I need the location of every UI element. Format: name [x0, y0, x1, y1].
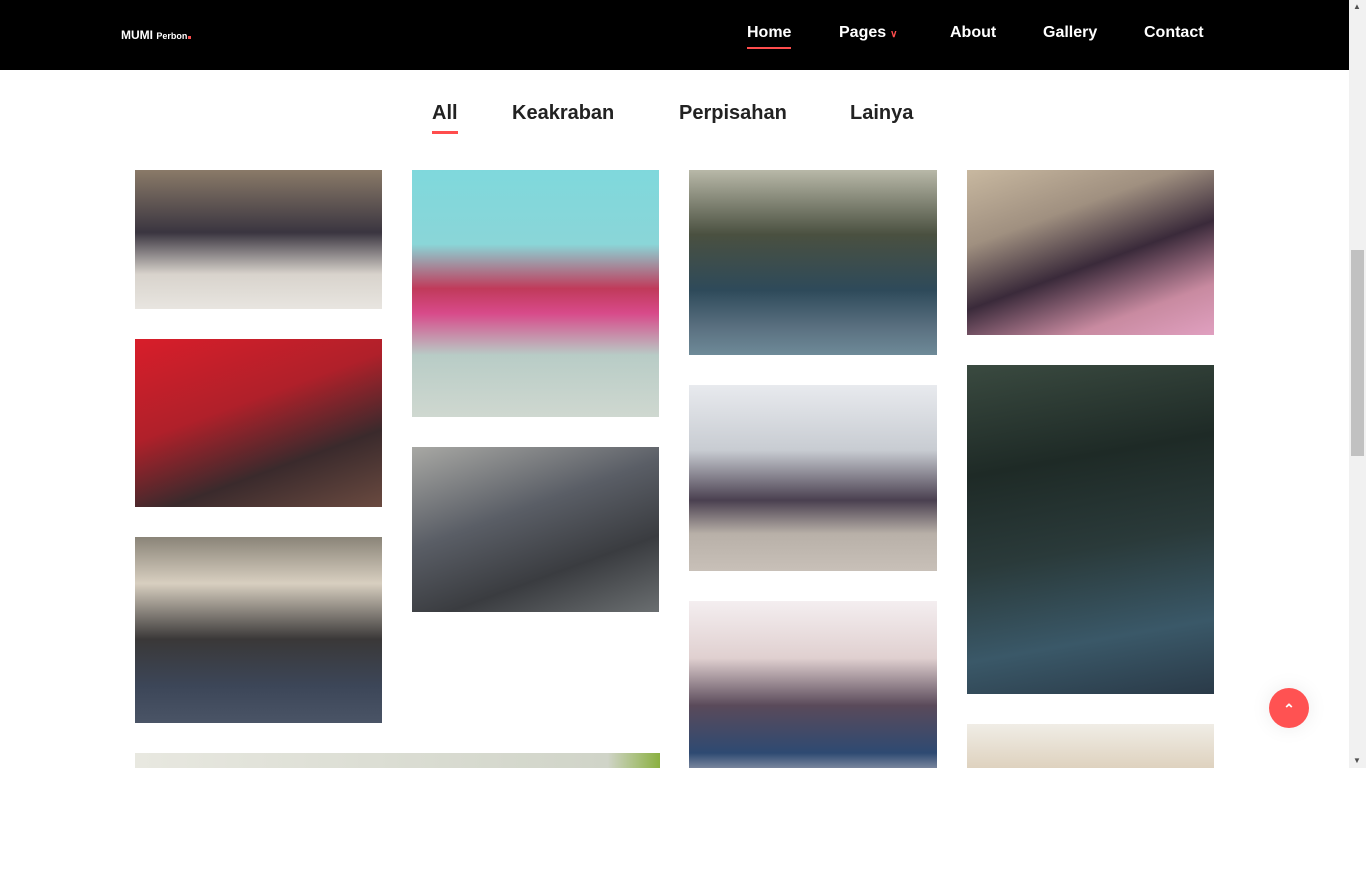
gallery-photo[interactable] [412, 447, 659, 612]
vertical-scrollbar[interactable]: ▲ ▼ [1349, 0, 1366, 768]
nav-gallery[interactable]: Gallery [1043, 24, 1097, 42]
brand-logo[interactable]: MUMI Perbon [121, 28, 192, 42]
gallery-photo[interactable] [967, 365, 1214, 694]
filter-lainya[interactable]: Lainya [850, 102, 913, 125]
chevron-up-icon: ⌃ [1283, 701, 1295, 717]
scroll-to-top-button[interactable]: ⌃ [1269, 688, 1309, 728]
nav-pages[interactable]: Pages ∨ [839, 24, 897, 42]
filter-perpisahan[interactable]: Perpisahan [679, 102, 787, 125]
gallery-photo[interactable] [689, 170, 937, 355]
gallery-photo[interactable] [412, 170, 659, 417]
nav-pages-label: Pages [839, 24, 887, 41]
gallery-photo[interactable] [135, 339, 382, 507]
page-viewport: MUMI Perbon Home Pages ∨ About Gallery Co… [0, 0, 1349, 768]
nav-home[interactable]: Home [747, 24, 792, 49]
scroll-up-arrow-icon[interactable]: ▲ [1353, 2, 1361, 11]
gallery-photo[interactable] [689, 601, 937, 768]
top-navbar: MUMI Perbon Home Pages ∨ About Gallery Co… [0, 0, 1349, 70]
gallery-photo[interactable] [135, 170, 382, 309]
nav-about[interactable]: About [950, 24, 996, 42]
gallery-photo[interactable] [967, 170, 1214, 335]
gallery-photo[interactable] [135, 753, 660, 768]
chevron-down-icon: ∨ [890, 29, 898, 40]
brand-sub: Perbon [156, 31, 188, 41]
filter-all[interactable]: All [432, 102, 458, 134]
gallery-photo[interactable] [689, 385, 937, 571]
scrollbar-thumb[interactable] [1351, 250, 1364, 456]
scroll-down-arrow-icon[interactable]: ▼ [1353, 756, 1361, 765]
nav-contact[interactable]: Contact [1144, 24, 1204, 42]
filter-keakraban[interactable]: Keakraban [512, 102, 614, 125]
gallery-photo[interactable] [967, 724, 1214, 768]
gallery-photo[interactable] [135, 537, 382, 723]
brand-name: MUMI [121, 28, 153, 42]
brand-dot [188, 36, 192, 39]
